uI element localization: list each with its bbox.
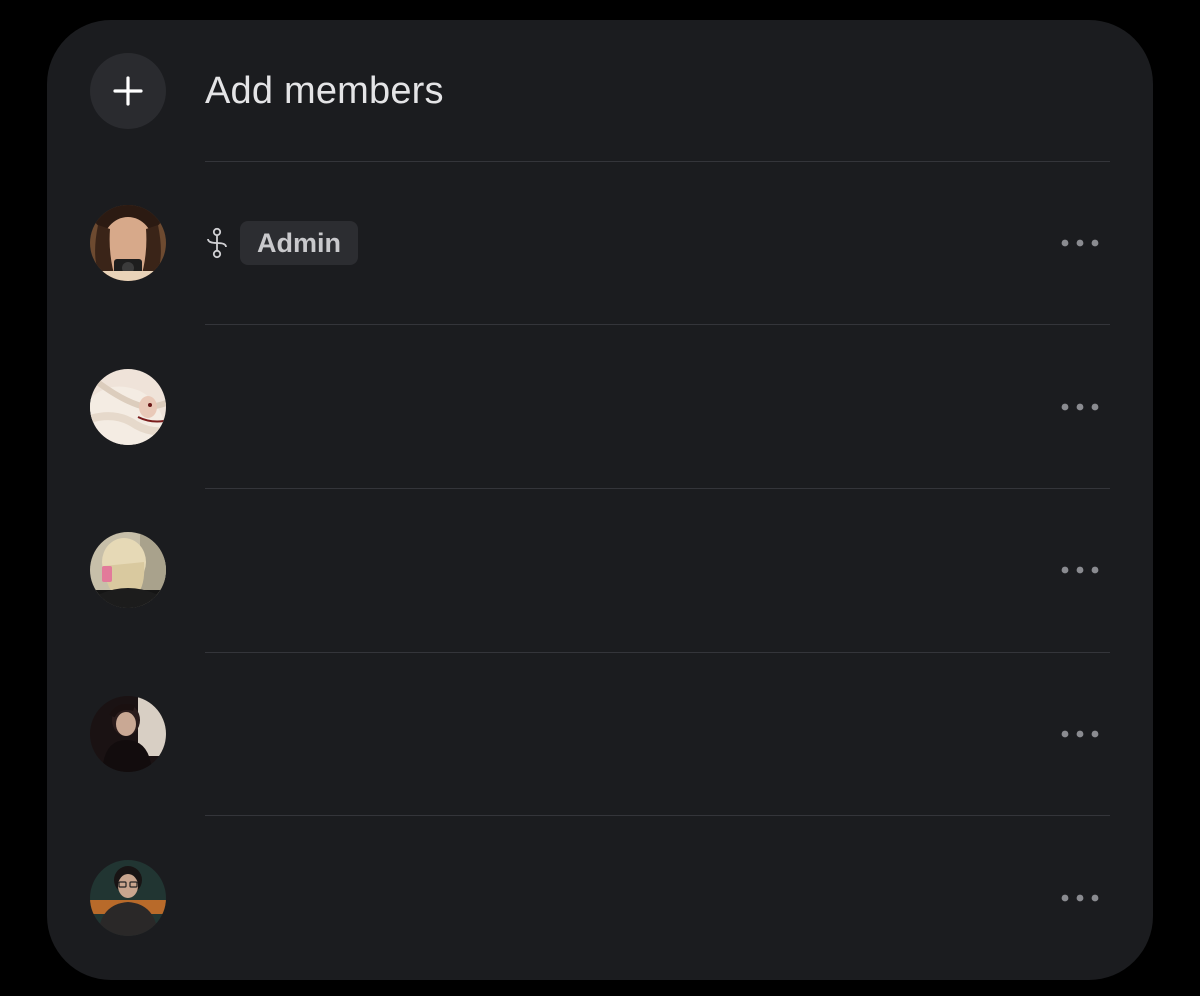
more-options-button[interactable] — [1050, 387, 1110, 427]
add-members-label: Add members — [205, 69, 444, 112]
member-row — [90, 860, 1110, 936]
member-row — [90, 532, 1110, 608]
avatar-photo-dark-portrait — [90, 696, 166, 772]
more-options-button[interactable] — [1050, 223, 1110, 263]
more-options-button[interactable] — [1050, 714, 1110, 754]
divider — [205, 161, 1110, 162]
more-horizontal-icon — [1061, 894, 1099, 902]
avatar[interactable] — [90, 532, 166, 608]
more-options-button[interactable] — [1050, 878, 1110, 918]
member-row — [90, 369, 1110, 445]
divider — [205, 652, 1110, 653]
member-row — [90, 696, 1110, 772]
member-role: Admin — [205, 221, 358, 265]
more-horizontal-icon — [1061, 566, 1099, 574]
divider — [205, 488, 1110, 489]
avatar-photo-camera-selfie — [90, 205, 166, 281]
more-horizontal-icon — [1061, 239, 1099, 247]
avatar[interactable] — [90, 205, 166, 281]
divider — [205, 324, 1110, 325]
role-link-icon — [205, 227, 229, 259]
avatar-photo-glasses-portrait — [90, 860, 166, 936]
avatar[interactable] — [90, 369, 166, 445]
add-members-button[interactable]: Add members — [90, 53, 444, 129]
plus-icon — [113, 76, 143, 106]
more-options-button[interactable] — [1050, 550, 1110, 590]
avatar[interactable] — [90, 696, 166, 772]
add-members-circle[interactable] — [90, 53, 166, 129]
avatar-photo-blonde-mirror — [90, 532, 166, 608]
divider — [205, 815, 1110, 816]
more-horizontal-icon — [1061, 403, 1099, 411]
admin-badge: Admin — [240, 221, 358, 265]
avatar-photo-blonde-hair — [90, 369, 166, 445]
members-panel — [47, 20, 1153, 980]
more-horizontal-icon — [1061, 730, 1099, 738]
avatar[interactable] — [90, 860, 166, 936]
member-row: Admin — [90, 205, 1110, 281]
